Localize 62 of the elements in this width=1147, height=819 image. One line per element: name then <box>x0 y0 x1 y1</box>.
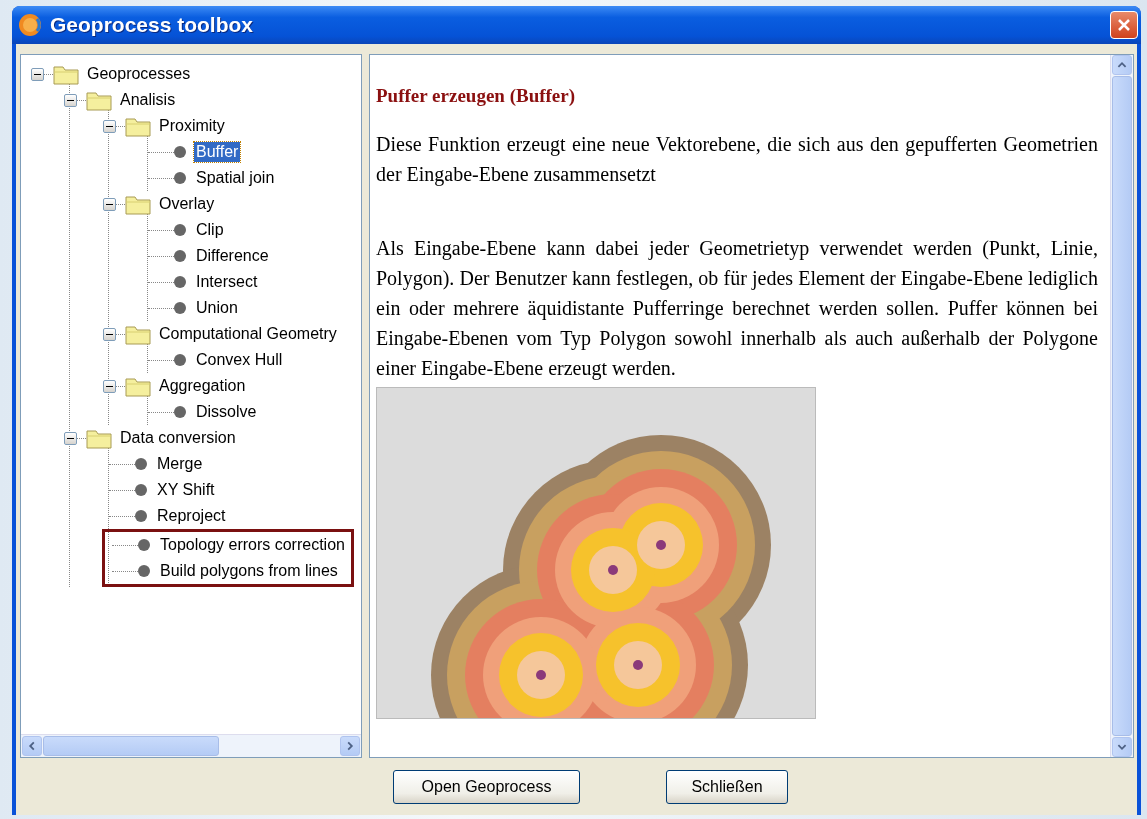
tree-item[interactable]: Topology errors correction <box>158 535 347 555</box>
tree-item[interactable]: Merge <box>155 454 205 474</box>
tree-item[interactable]: Computational Geometry <box>157 324 339 344</box>
collapse-icon[interactable] <box>103 119 116 133</box>
open-geoprocess-button[interactable]: Open Geoprocess <box>393 769 580 804</box>
scroll-left-icon[interactable] <box>22 736 42 756</box>
process-bullet-icon <box>174 146 186 158</box>
folder-icon <box>86 427 112 449</box>
tree-item[interactable]: Difference <box>194 246 271 266</box>
process-bullet-icon <box>174 406 186 418</box>
process-bullet-icon <box>174 172 186 184</box>
tree-item[interactable]: Intersect <box>194 272 260 292</box>
close-dialog-button[interactable]: Schließen <box>666 769 788 804</box>
folder-icon <box>125 375 151 397</box>
tree-item[interactable]: Overlay <box>157 194 217 214</box>
folder-icon <box>86 89 112 111</box>
vertical-scrollbar[interactable] <box>1110 55 1133 757</box>
process-bullet-icon <box>174 224 186 236</box>
help-heading: Puffer erzeugen (Buffer) <box>376 84 577 108</box>
process-bullet-icon <box>138 539 150 551</box>
close-button[interactable] <box>1110 11 1138 39</box>
tree-item[interactable]: Data conversion <box>118 428 238 448</box>
tree-item[interactable]: Union <box>194 298 240 318</box>
tree-item[interactable]: Clip <box>194 220 226 240</box>
folder-icon <box>125 115 151 137</box>
process-bullet-icon <box>135 458 147 470</box>
window-title: Geoprocess toolbox <box>50 13 255 37</box>
close-icon <box>1116 17 1132 33</box>
collapse-icon[interactable] <box>103 379 116 393</box>
tree-item[interactable]: XY Shift <box>155 480 217 500</box>
process-bullet-icon <box>174 250 186 262</box>
tree-item[interactable]: Build polygons from lines <box>158 561 340 581</box>
process-bullet-icon <box>138 565 150 577</box>
tree-item[interactable]: Dissolve <box>194 402 259 422</box>
process-bullet-icon <box>174 302 186 314</box>
app-logo-icon <box>18 13 42 37</box>
collapse-icon[interactable] <box>64 93 77 107</box>
horizontal-scrollbar[interactable] <box>21 734 361 757</box>
help-paragraph: Diese Funktion erzeugt eine neue Vektorebene, die sich aus den gepufferten Geometrien der Eingabe-Ebene zusammensetzt <box>376 132 1098 188</box>
help-paragraph: Als Eingabe-Ebene kann dabei jeder Geometrietyp verwendet werden (Punkt, Linie, Polygon). Der Benutzer kann festlegen, ob für jedes Element der Eingabe-Ebene lediglich ein oder mehrere äquidistante Pufferringe berechnet werden sollen. Puffer können bei Eingabe-Ebenen vom Typ Polygon sowohl innerhalb als auch außerhalb der Polygone einer Eingabe-Ebene erzeugt werden. <box>376 236 1098 382</box>
scroll-down-icon[interactable] <box>1112 737 1132 757</box>
collapse-icon[interactable] <box>31 67 44 81</box>
tree-item[interactable]: Convex Hull <box>194 350 285 370</box>
process-bullet-icon <box>135 510 147 522</box>
folder-icon <box>53 63 79 85</box>
tree-item[interactable]: Reproject <box>155 506 228 526</box>
tree-item[interactable]: Spatial join <box>194 168 277 188</box>
scroll-right-icon[interactable] <box>340 736 360 756</box>
process-bullet-icon <box>135 484 147 496</box>
tree-item[interactable]: Proximity <box>157 116 227 136</box>
process-bullet-icon <box>174 354 186 366</box>
collapse-icon[interactable] <box>103 327 116 341</box>
tree-item[interactable]: Geoprocesses <box>85 64 193 84</box>
scroll-up-icon[interactable] <box>1112 55 1132 75</box>
tree-item[interactable]: Aggregation <box>157 376 248 396</box>
tree-item[interactable]: Analisis <box>118 90 178 110</box>
tree-item[interactable]: Buffer <box>194 142 241 162</box>
folder-icon <box>125 193 151 215</box>
collapse-icon[interactable] <box>103 197 116 211</box>
collapse-icon[interactable] <box>64 431 77 445</box>
process-bullet-icon <box>174 276 186 288</box>
folder-icon <box>125 323 151 345</box>
